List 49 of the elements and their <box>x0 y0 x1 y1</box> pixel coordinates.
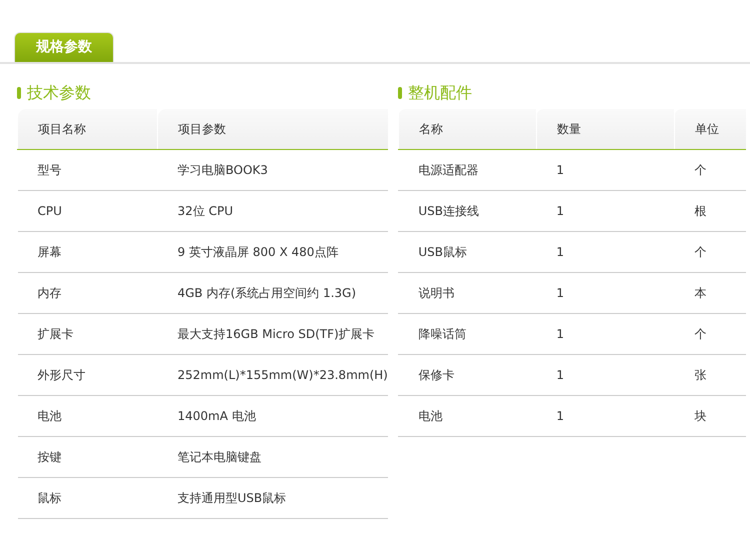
table-cell: 4GB 内存(系统占用空间约 1.3G) <box>158 272 388 313</box>
table-cell: USB连接线 <box>398 190 536 231</box>
table-cell: 按键 <box>18 436 158 477</box>
table-cell: 电源适配器 <box>398 149 536 190</box>
table-cell: 1 <box>536 354 674 395</box>
table-cell: 降噪话筒 <box>398 313 536 354</box>
table-cell: 个 <box>674 231 746 272</box>
table-cell: 张 <box>674 354 746 395</box>
table-cell: 个 <box>674 313 746 354</box>
table-cell: 1 <box>536 149 674 190</box>
table-cell: 1 <box>536 395 674 436</box>
table-cell: 学习电脑BOOK3 <box>158 149 388 190</box>
table-cell: 笔记本电脑键盘 <box>158 436 388 477</box>
table-cell: 电池 <box>18 395 158 436</box>
table-cell: 鼠标 <box>18 477 158 518</box>
table-cell: 9 英寸液晶屏 800 X 480点阵 <box>158 231 388 272</box>
table-cell: 252mm(L)*155mm(W)*23.8mm(H) <box>158 354 388 395</box>
table-cell: 个 <box>674 149 746 190</box>
column-header: 名称 <box>398 109 536 149</box>
table-cell: 根 <box>674 190 746 231</box>
table-cell: 块 <box>674 395 746 436</box>
table-cell: 1 <box>536 272 674 313</box>
table-cell: 内存 <box>18 272 158 313</box>
table-cell: CPU <box>18 190 158 231</box>
table-cell: 本 <box>674 272 746 313</box>
section-title: 整机配件 <box>408 82 472 104</box>
table-cell: 32位 CPU <box>158 190 388 231</box>
table-cell: 1 <box>536 190 674 231</box>
table-cell: 说明书 <box>398 272 536 313</box>
section-marker-icon <box>17 87 21 99</box>
section-marker-icon <box>398 87 402 99</box>
table-cell: 型号 <box>18 149 158 190</box>
table-cell: 扩展卡 <box>18 313 158 354</box>
column-header: 数量 <box>536 109 674 149</box>
column-header: 单位 <box>674 109 746 149</box>
table-cell: USB鼠标 <box>398 231 536 272</box>
tab[interactable]: 规格参数 <box>14 32 114 62</box>
table-cell: 屏幕 <box>18 231 158 272</box>
table-cell: 外形尺寸 <box>18 354 158 395</box>
table-cell: 电池 <box>398 395 536 436</box>
table-cell: 支持通用型USB鼠标 <box>158 477 388 518</box>
table-cell: 1 <box>536 313 674 354</box>
table-cell: 1400mA 电池 <box>158 395 388 436</box>
column-header: 项目参数 <box>158 109 388 149</box>
table-cell: 保修卡 <box>398 354 536 395</box>
column-header: 项目名称 <box>18 109 158 149</box>
table-cell: 1 <box>536 231 674 272</box>
table-cell: 最大支持16GB Micro SD(TF)扩展卡 <box>158 313 388 354</box>
section-title: 技术参数 <box>27 82 91 104</box>
